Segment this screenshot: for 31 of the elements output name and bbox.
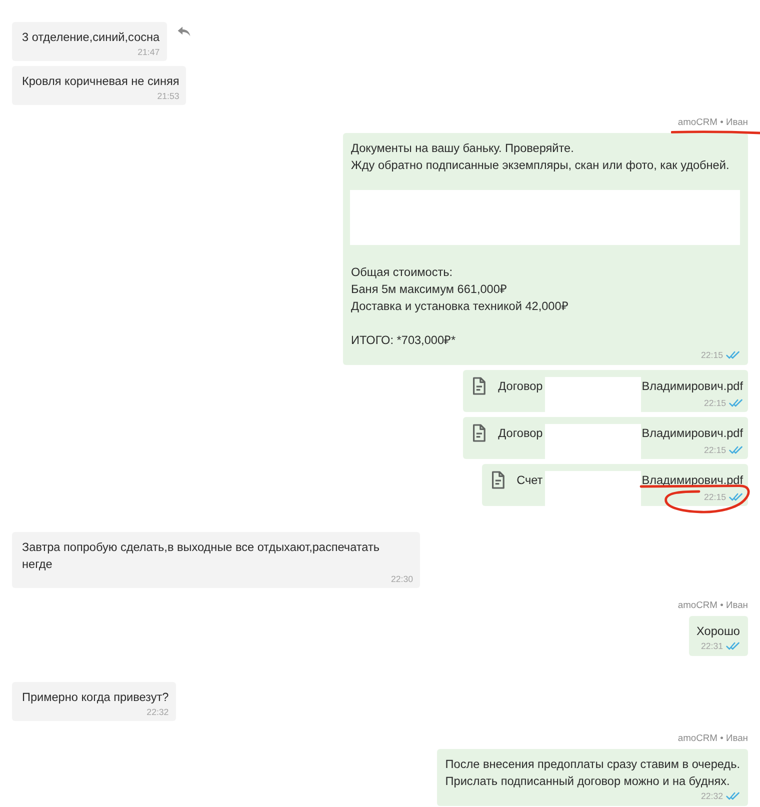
message-time: 22:32 [700,790,723,802]
file-name: Владимирович.pdf [642,378,743,395]
message-time: 22:15 [704,444,726,456]
sender-label: amoCRM • Иван [678,599,748,610]
file-name: Договор [498,425,543,442]
message-time: 21:47 [138,46,160,58]
message-text: После внесения предоплаты сразу ставим в очередь. Прислать подписанный договор можно и на буднях. [445,756,740,790]
file-name: Владимирович.pdf [642,472,743,489]
message-text: Кровля коричневая не синяя [22,73,180,90]
message-time: 22:15 [704,490,726,502]
document-icon [472,424,486,442]
message-text: 3 отделение,синий,сосна [22,29,160,46]
message-time: 22:15 [700,349,723,361]
file-name: Владимирович.pdf [642,425,743,442]
message-text: Документы на вашу баньку. Проверяйте. Жду обратно подписанные экземпляры, скан или фото, как удобней. [351,140,730,174]
message-time: 21:53 [157,90,180,102]
message-time: 22:31 [700,640,723,652]
sender-label: amoCRM • Иван [678,116,748,127]
message-time: 22:15 [704,396,726,408]
message-text: Примерно когда привезут? [22,689,169,706]
message-text: Завтра попробую сделать,в выходные все отдыхают,распечатать негде [22,539,380,573]
document-icon [472,377,486,395]
message-text: Хорошо [696,623,740,640]
message-time: 22:32 [146,706,169,718]
message-time: 22:30 [390,573,413,585]
reply-icon[interactable] [176,26,191,37]
file-name: Счет [516,472,543,489]
sender-label: amoCRM • Иван [678,732,748,743]
document-icon [490,471,505,489]
file-name: Договор [498,378,543,395]
message-text: Общая стоимость: Баня 5м максимум 661,000₽ Доставка и установка техникой 42,000₽ ИТОГО: *703,000₽* [351,264,570,349]
